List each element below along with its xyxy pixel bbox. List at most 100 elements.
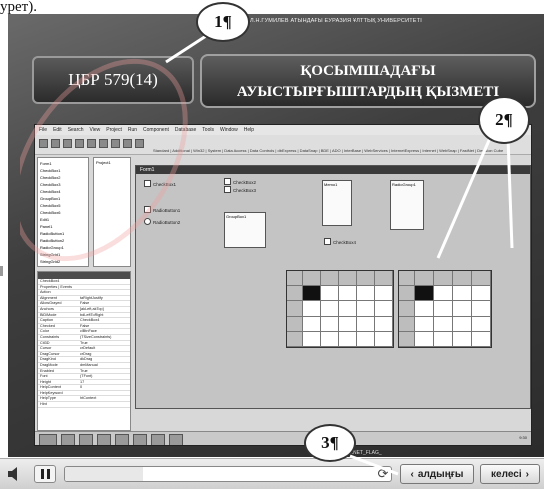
page-edge-marker — [0, 266, 3, 276]
tree-item: CheckBox6 — [40, 210, 61, 215]
grid-cell — [399, 331, 415, 347]
unit-panel: Project1 — [93, 157, 131, 267]
radiobutton-1: RadioButton1 — [144, 206, 180, 213]
groupbox-1: GroupBox1 — [224, 212, 266, 248]
grid-cell — [472, 301, 491, 317]
grid-cell — [303, 331, 321, 347]
grid-cell — [287, 271, 303, 287]
grid-cell — [415, 331, 434, 347]
grid-cell — [339, 301, 357, 317]
chevron-right-icon: › — [525, 468, 529, 480]
grid-cell — [375, 331, 393, 347]
menu-item: Project — [106, 127, 122, 133]
grid-cell — [453, 271, 472, 287]
grid-cell — [321, 331, 339, 347]
grid-cell — [303, 271, 321, 287]
next-button-label: келесі — [491, 468, 522, 480]
progress-bar[interactable] — [64, 466, 392, 482]
grid-cell — [357, 316, 375, 332]
checkbox-3: CheckBox3 — [224, 186, 256, 193]
grid-cell — [399, 301, 415, 317]
grid-cell — [453, 301, 472, 317]
grid-cell — [453, 286, 472, 302]
grid-cell — [303, 286, 321, 302]
university-name: Л.Н.ГУМИЛЕВ АТЫНДАҒЫ ЕУРАЗИЯ ҰЛТТЫҚ УНИВ… — [250, 18, 422, 24]
grid-cell — [321, 271, 339, 287]
tree-item: RadioGroup1 — [40, 245, 64, 250]
grid-cell — [339, 331, 357, 347]
grid-cell — [303, 301, 321, 317]
lesson-code-badge: ЦБР 579(14) — [32, 56, 194, 104]
grid-cell — [287, 301, 303, 317]
stringgrid-2 — [398, 270, 492, 348]
grid-cell — [434, 271, 453, 287]
grid-cell — [287, 331, 303, 347]
grid-cell — [453, 331, 472, 347]
grid-cell — [287, 316, 303, 332]
grid-cell — [375, 271, 393, 287]
object-treeview: Form1 CheckBox1 CheckBox2 CheckBox3 CheckBox… — [37, 157, 89, 267]
radiogroup-1: RadioGroup1 — [390, 180, 424, 230]
grid-cell — [472, 331, 491, 347]
lesson-title: ҚОСЫМШАДАҒЫ АУЫСТЫРҒЫШТАРДЫҢ ҚЫЗМЕТІ — [200, 54, 536, 108]
grid-cell — [357, 331, 375, 347]
unit-tab: Project1 — [96, 160, 111, 165]
memo-text: Memo1 — [324, 182, 338, 187]
groupbox-caption: GroupBox1 — [226, 214, 247, 219]
menu-item: Component — [143, 127, 169, 133]
grid-cell — [472, 286, 491, 302]
volume-icon[interactable] — [6, 466, 24, 482]
player-bar: ⟳ ‹ алдыңғы келесі › — [0, 458, 544, 489]
grid-cell — [399, 286, 415, 302]
grid-cell — [434, 316, 453, 332]
tree-item: CheckBox3 — [40, 182, 61, 187]
grid-cell — [434, 301, 453, 317]
taskbar-clock: 9:30 — [519, 435, 527, 440]
grid-cell — [472, 271, 491, 287]
reload-icon[interactable]: ⟳ — [374, 465, 392, 483]
grid-cell — [375, 301, 393, 317]
checkbox-4: CheckBox4 — [324, 238, 356, 245]
previous-button[interactable]: ‹ алдыңғы — [400, 464, 474, 484]
lesson-title-line-1: ҚОСЫМШАДАҒЫ — [300, 63, 436, 79]
windows-taskbar: 9:30 — [35, 431, 531, 445]
menu-item: Search — [67, 127, 84, 133]
object-inspector: CheckBox4 Properties | Events Action Alig… — [37, 271, 131, 431]
radiogroup-caption: RadioGroup1 — [392, 182, 416, 187]
tree-item: CheckBox2 — [40, 175, 61, 180]
marker-1: 1¶ — [196, 2, 250, 42]
grid-cell — [357, 286, 375, 302]
pause-button[interactable] — [34, 465, 56, 483]
form-caption: Form1 — [136, 166, 530, 174]
menu-item: File — [39, 127, 48, 133]
ide-screenshot: File Edit Search View Project Run Component Dat… — [34, 124, 532, 446]
lesson-title-line-2: АУЫСТЫРҒЫШТАРДЫҢ ҚЫЗМЕТІ — [236, 84, 500, 100]
grid-cell — [287, 286, 303, 302]
menu-item: Edit — [53, 127, 62, 133]
ide-toolbar: Standard | Additional | Win32 | System |… — [35, 135, 531, 155]
slide-footer-code: INTERNET_FLAG_ — [338, 450, 382, 456]
grid-cell — [415, 301, 434, 317]
grid-cell — [453, 316, 472, 332]
tree-item: CheckBox5 — [40, 203, 61, 208]
property-row: Hint — [38, 402, 130, 408]
grid-cell — [375, 286, 393, 302]
menu-item: Database — [174, 127, 197, 133]
grid-cell — [472, 316, 491, 332]
grid-cell — [357, 271, 375, 287]
tree-item: StringGrid1 — [40, 252, 61, 257]
tree-item: Form1 — [40, 161, 52, 166]
checkbox-1: CheckBox1 — [144, 180, 176, 187]
marker-3: 3¶ — [304, 424, 356, 462]
ide-menubar: File Edit Search View Project Run Component Dat… — [35, 125, 531, 135]
grid-cell — [399, 271, 415, 287]
next-button[interactable]: келесі › — [480, 464, 540, 484]
menu-item: Window — [219, 127, 238, 133]
grid-cell — [399, 316, 415, 332]
grid-cell — [321, 316, 339, 332]
grid-cell — [415, 271, 434, 287]
grid-cell — [434, 286, 453, 302]
tree-item: CheckBox1 — [40, 168, 61, 173]
checkbox-2: CheckBox2 — [224, 178, 256, 185]
grid-cell — [321, 286, 339, 302]
